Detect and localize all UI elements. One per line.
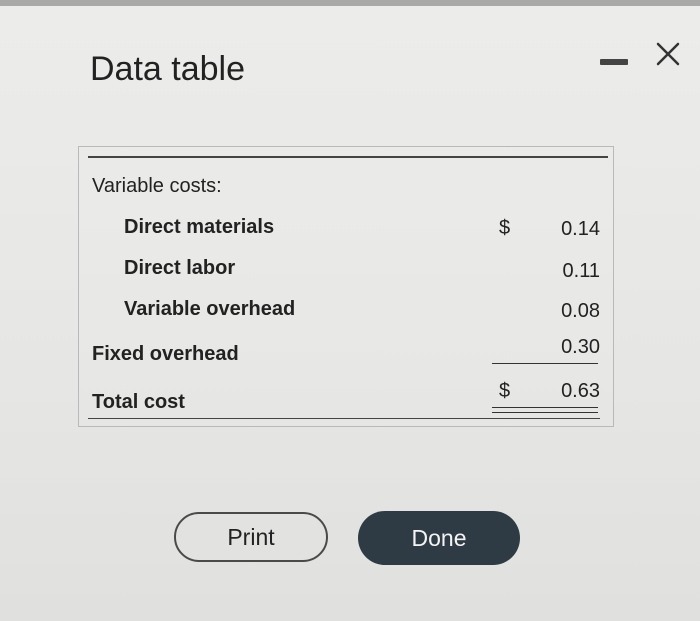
print-button[interactable]: Print [174,512,328,562]
row-value-fixed-overhead: 0.30 [561,336,600,358]
row-value-direct-materials: 0.14 [561,218,600,240]
row-value-variable-overhead: 0.08 [561,300,600,322]
table-header-rule [88,156,608,158]
total-currency-symbol: $ [499,380,511,402]
row-label-variable-overhead: Variable overhead [124,298,296,320]
row-label-fixed-overhead: Fixed overhead [92,343,239,365]
minimize-icon[interactable] [600,59,628,65]
row-label-direct-materials: Direct materials [124,216,275,238]
currency-symbol: $ [499,217,511,239]
total-cost-value: 0.63 [561,380,600,402]
done-button[interactable]: Done [358,511,520,565]
variable-costs-label: Variable costs: [92,175,222,197]
dialog-title: Data table [90,50,245,88]
total-row-rule [88,418,600,419]
close-icon[interactable] [648,34,688,74]
total-double-rule [492,407,598,413]
row-label-direct-labor: Direct labor [124,257,236,279]
row-value-direct-labor: 0.11 [562,260,600,282]
subtotal-rule [492,363,598,364]
total-cost-label: Total cost [92,391,185,413]
